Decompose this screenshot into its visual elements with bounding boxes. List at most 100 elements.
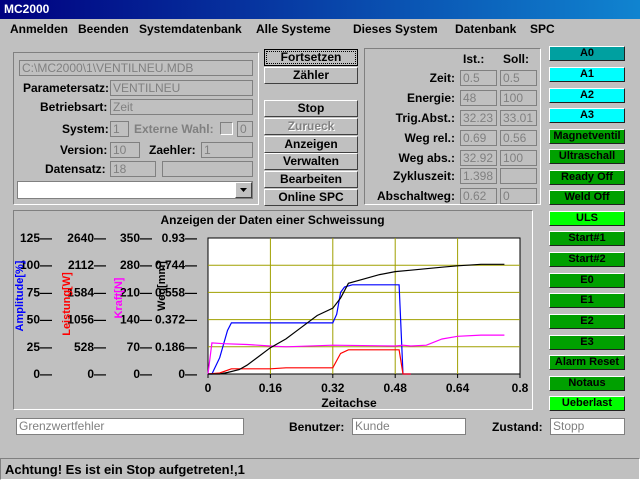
- datensatz-extra-field[interactable]: [162, 161, 253, 177]
- anzeigen-button[interactable]: Anzeigen: [264, 136, 358, 153]
- zaehler-button[interactable]: Zähler: [264, 67, 358, 84]
- soll-value-field[interactable]: 0: [500, 188, 537, 204]
- menu-bar: Anmelden Beenden Systemdatenbank Alle Sy…: [0, 19, 640, 38]
- datensatz-field[interactable]: 18: [110, 161, 156, 177]
- value-row-label: Weg abs.:: [398, 151, 455, 165]
- signal-button-e3[interactable]: E3: [549, 335, 625, 350]
- menu-alle-systeme[interactable]: Alle Systeme: [256, 22, 331, 36]
- betriebsart-field[interactable]: Zeit: [110, 99, 253, 115]
- signal-button-a3[interactable]: A3: [549, 108, 625, 123]
- y-tick-label: 0.93—: [162, 231, 197, 245]
- value-row-label: Energie:: [406, 91, 455, 105]
- y-tick-label: 0—: [87, 367, 106, 381]
- ist-value-field[interactable]: 1.398: [460, 168, 497, 184]
- y-tick-label: 2640—: [67, 231, 106, 245]
- ist-value-field[interactable]: 32.92: [460, 150, 497, 166]
- x-tick-label: 0.64: [446, 381, 470, 395]
- record-combo[interactable]: [17, 181, 253, 199]
- signal-button-ready-off[interactable]: Ready Off: [549, 170, 625, 185]
- signal-button-weld-off[interactable]: Weld Off: [549, 190, 625, 205]
- y-tick-label: 75—: [27, 285, 52, 299]
- x-axis-label: Zeitachse: [321, 396, 377, 410]
- signal-button-e0[interactable]: E0: [549, 273, 625, 288]
- ist-value-field[interactable]: 32.23: [460, 110, 497, 126]
- y-tick-label: 0.372—: [155, 313, 197, 327]
- menu-datenbank[interactable]: Datenbank: [455, 22, 516, 36]
- menu-spc[interactable]: SPC: [530, 22, 555, 36]
- combo-dropdown-button[interactable]: [235, 182, 252, 198]
- value-row-label: Abschaltweg:: [376, 189, 455, 203]
- y-tick-label: 0—: [178, 367, 197, 381]
- externe-wahl-field[interactable]: 0: [237, 121, 253, 137]
- title-bar: MC2000: [0, 0, 640, 19]
- betriebsart-label: Betriebsart:: [40, 100, 108, 114]
- signal-button-magnetventil[interactable]: Magnetventil: [549, 129, 625, 144]
- chevron-down-icon: [240, 188, 247, 192]
- menu-systemdatenbank[interactable]: Systemdatenbank: [139, 22, 242, 36]
- menu-anmelden[interactable]: Anmelden: [10, 22, 68, 36]
- signal-button-start-1[interactable]: Start#1: [549, 231, 625, 246]
- signal-button-uls[interactable]: ULS: [549, 211, 625, 226]
- y-tick-label: 125—: [20, 231, 52, 245]
- benutzer-field[interactable]: Kunde: [352, 418, 466, 435]
- y-tick-label: 70—: [127, 340, 152, 354]
- y-axis-label: Amplitude[%]: [14, 260, 26, 331]
- stop-button[interactable]: Stop: [264, 100, 358, 117]
- plot-area: [207, 237, 521, 375]
- soll-value-field[interactable]: 100: [500, 90, 537, 106]
- ist-value-field[interactable]: 0.62: [460, 188, 497, 204]
- x-tick-label: 0.48: [384, 381, 408, 395]
- status-bar: Achtung! Es ist ein Stop aufgetreten!,1: [0, 458, 640, 480]
- y-tick-label: 50—: [27, 313, 52, 327]
- soll-value-field[interactable]: 100: [500, 150, 537, 166]
- datensatz-label: Datensatz:: [45, 162, 106, 176]
- ist-value-field[interactable]: 0.5: [460, 70, 497, 86]
- zaehler-field[interactable]: 1: [201, 142, 253, 158]
- ist-value-field[interactable]: 48: [460, 90, 497, 106]
- soll-value-field[interactable]: 33.01: [500, 110, 537, 126]
- menu-beenden[interactable]: Beenden: [78, 22, 129, 36]
- zurueck-button[interactable]: Zurueck: [264, 118, 358, 135]
- soll-value-field[interactable]: [500, 168, 537, 184]
- ist-value-field[interactable]: 0.69: [460, 130, 497, 146]
- x-tick-label: 0.16: [259, 381, 283, 395]
- value-row-label: Zeit:: [429, 71, 455, 85]
- parametersatz-field[interactable]: VENTILNEU: [110, 80, 253, 96]
- zustand-field[interactable]: Stopp: [550, 418, 625, 435]
- externe-wahl-checkbox[interactable]: [220, 122, 233, 135]
- bearbeiten-button[interactable]: Bearbeiten: [264, 171, 358, 188]
- main-window: MC2000 Anmelden Beenden Systemdatenbank …: [0, 0, 640, 480]
- version-label: Version:: [60, 143, 108, 157]
- system-field[interactable]: 1: [110, 121, 129, 137]
- signal-button-a1[interactable]: A1: [549, 67, 625, 82]
- y-axis-label: Leistung[W]: [61, 272, 73, 336]
- window-title: MC2000: [4, 2, 50, 16]
- signal-button-ultraschall[interactable]: Ultraschall: [549, 149, 625, 164]
- signal-button-a2[interactable]: A2: [549, 88, 625, 103]
- y-axis-label: Weg[mm]: [156, 261, 168, 311]
- signal-button-alarm-reset[interactable]: Alarm Reset: [549, 355, 625, 370]
- zaehler-label: Zaehler:: [149, 143, 196, 157]
- signal-button-e1[interactable]: E1: [549, 293, 625, 308]
- menu-dieses-system[interactable]: Dieses System: [353, 22, 438, 36]
- soll-header: Soll:: [503, 52, 529, 66]
- grenzwert-field[interactable]: Grenzwertfehler: [16, 418, 244, 435]
- verwalten-button[interactable]: Verwalten: [264, 153, 358, 170]
- online-spc-button[interactable]: Online SPC: [264, 189, 358, 206]
- y-tick-label: 1584—: [67, 285, 106, 299]
- fortsetzen-button[interactable]: Fortsetzen: [264, 49, 358, 66]
- ist-header: Ist.:: [463, 52, 485, 66]
- version-field[interactable]: 10: [110, 142, 140, 158]
- benutzer-label: Benutzer:: [289, 420, 345, 434]
- chart-svg: 0—25—50—75—100—125—0—528—1056—1584—2112—…: [14, 231, 529, 410]
- db-path-field[interactable]: C:\MC2000\1\VENTILNEU.MDB: [19, 60, 253, 76]
- signal-button-a0[interactable]: A0: [549, 46, 625, 61]
- signal-button-notaus[interactable]: Notaus: [549, 376, 625, 391]
- soll-value-field[interactable]: 0.56: [500, 130, 537, 146]
- signal-button-ueberlast[interactable]: Ueberlast: [549, 396, 625, 411]
- signal-button-start-2[interactable]: Start#2: [549, 252, 625, 267]
- status-text: Achtung! Es ist ein Stop aufgetreten!,1: [5, 462, 245, 477]
- zustand-label: Zustand:: [492, 420, 543, 434]
- signal-button-e2[interactable]: E2: [549, 314, 625, 329]
- soll-value-field[interactable]: 0.5: [500, 70, 537, 86]
